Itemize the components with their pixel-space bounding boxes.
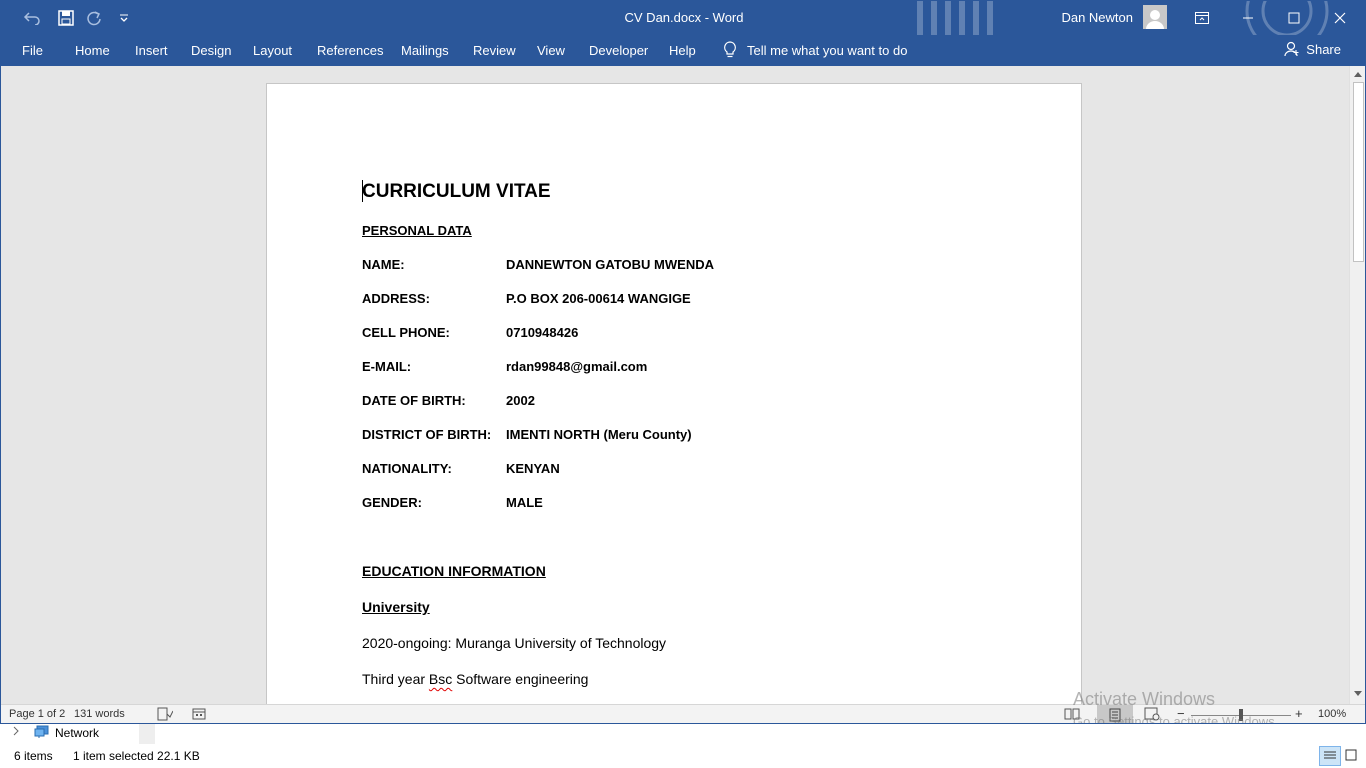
details-view-icon bbox=[1324, 751, 1336, 759]
selection-info: 1 item selected 22.1 KB bbox=[73, 749, 200, 763]
field-label-gender: GENDER: bbox=[362, 495, 422, 510]
tab-file[interactable]: File bbox=[22, 43, 43, 58]
education-line-2-prefix: Third year bbox=[362, 671, 429, 687]
undo-button[interactable] bbox=[19, 7, 45, 29]
details-view-button[interactable] bbox=[1319, 746, 1341, 766]
cv-title: CURRICULUM VITAE bbox=[362, 181, 551, 202]
field-label-nationality: NATIONALITY: bbox=[362, 461, 452, 476]
field-label-cell-phone: CELL PHONE: bbox=[362, 325, 450, 340]
save-button[interactable] bbox=[53, 7, 79, 29]
close-icon bbox=[1334, 12, 1346, 24]
field-value-date-of-birth: 2002 bbox=[506, 393, 535, 408]
tell-me-label: Tell me what you want to do bbox=[747, 42, 908, 58]
ribbon-display-icon bbox=[1195, 12, 1209, 24]
tab-view[interactable]: View bbox=[537, 43, 565, 58]
scroll-thumb[interactable] bbox=[1353, 82, 1364, 262]
network-icon bbox=[34, 725, 50, 742]
education-line-2: Third year Bsc Software engineering bbox=[362, 671, 588, 687]
tab-layout[interactable]: Layout bbox=[253, 43, 292, 58]
scroll-down-arrow[interactable] bbox=[1350, 686, 1365, 702]
large-icons-view-button[interactable] bbox=[1345, 749, 1357, 764]
tab-review[interactable]: Review bbox=[473, 43, 516, 58]
lightbulb-icon bbox=[724, 41, 736, 58]
tab-mailings[interactable]: Mailings bbox=[401, 43, 449, 58]
items-count: 6 items bbox=[14, 749, 53, 763]
redo-button[interactable] bbox=[81, 7, 107, 29]
scroll-up-arrow[interactable] bbox=[1350, 66, 1365, 82]
user-name[interactable]: Dan Newton bbox=[1061, 10, 1133, 25]
tab-references[interactable]: References bbox=[317, 43, 383, 58]
field-value-name: DANNEWTON GATOBU MWENDA bbox=[506, 257, 714, 272]
university-heading: University bbox=[362, 599, 430, 615]
zoom-level[interactable]: 100% bbox=[1318, 708, 1346, 720]
field-value-gender: MALE bbox=[506, 495, 543, 510]
ribbon-tabs: File Home Insert Design Layout Reference… bbox=[1, 35, 1365, 66]
document-page[interactable]: CURRICULUM VITAE PERSONAL DATA NAME: DAN… bbox=[266, 83, 1082, 704]
tab-insert[interactable]: Insert bbox=[135, 43, 168, 58]
tab-home[interactable]: Home bbox=[75, 43, 110, 58]
field-value-district-of-birth: IMENTI NORTH (Meru County) bbox=[506, 427, 692, 442]
share-label: Share bbox=[1306, 41, 1341, 57]
arrow-up-icon bbox=[1354, 72, 1362, 77]
expand-chevron-icon[interactable] bbox=[12, 726, 20, 739]
close-button[interactable] bbox=[1317, 1, 1363, 35]
field-label-email: E-MAIL: bbox=[362, 359, 412, 374]
macro-record-button[interactable] bbox=[192, 707, 206, 723]
activate-windows-title: Activate Windows bbox=[1073, 689, 1216, 709]
person-icon bbox=[1146, 10, 1164, 29]
word-count[interactable]: 131 words bbox=[74, 708, 125, 720]
tab-design[interactable]: Design bbox=[191, 43, 231, 58]
redo-icon bbox=[87, 11, 101, 26]
vertical-scrollbar[interactable] bbox=[1349, 66, 1365, 704]
proofing-book-icon bbox=[157, 707, 174, 721]
arrow-down-icon bbox=[1354, 691, 1362, 696]
field-label-address: ADDRESS: bbox=[362, 291, 430, 306]
spelling-error-word[interactable]: Bsc bbox=[429, 671, 452, 687]
maximize-icon bbox=[1288, 12, 1300, 24]
undo-icon bbox=[23, 12, 40, 25]
proofing-button[interactable] bbox=[157, 707, 174, 723]
education-line-2-suffix: Software engineering bbox=[452, 671, 589, 687]
field-value-nationality: KENYAN bbox=[506, 461, 560, 476]
nav-item-network[interactable]: Network bbox=[55, 726, 99, 740]
share-button[interactable]: Share bbox=[1284, 41, 1341, 57]
title-bar: CV Dan.docx - Word Dan Newton bbox=[1, 1, 1365, 35]
minimize-button[interactable] bbox=[1225, 1, 1271, 35]
tab-help[interactable]: Help bbox=[669, 43, 696, 58]
chevron-down-icon bbox=[120, 14, 128, 22]
field-label-name: NAME: bbox=[362, 257, 405, 272]
field-value-cell-phone: 0710948426 bbox=[506, 325, 579, 340]
field-value-address: P.O BOX 206-00614 WANGIGE bbox=[506, 291, 691, 306]
activate-windows-subtitle: Go to Settings to activate Windows. bbox=[1073, 714, 1279, 724]
customize-qat-button[interactable] bbox=[111, 7, 137, 29]
field-label-date-of-birth: DATE OF BIRTH: bbox=[362, 393, 466, 408]
zoom-in-button[interactable]: + bbox=[1295, 706, 1303, 721]
save-icon bbox=[58, 10, 74, 26]
field-value-email: rdan99848@gmail.com bbox=[506, 359, 648, 374]
file-explorer-window: Network 6 items 1 item selected 22.1 KB bbox=[0, 724, 1366, 768]
personal-data-heading: PERSONAL DATA bbox=[362, 223, 472, 238]
education-heading: EDUCATION INFORMATION bbox=[362, 563, 546, 579]
minimize-icon bbox=[1243, 17, 1253, 19]
page-count[interactable]: Page 1 of 2 bbox=[9, 708, 65, 720]
education-line-1: 2020-ongoing: Muranga University of Tech… bbox=[362, 635, 667, 651]
ribbon-display-options-button[interactable] bbox=[1179, 1, 1225, 35]
tell-me-search[interactable]: Tell me what you want to do bbox=[723, 41, 907, 59]
macro-icon bbox=[192, 708, 206, 720]
tab-developer[interactable]: Developer bbox=[589, 43, 648, 58]
explorer-scrollbar[interactable] bbox=[139, 724, 155, 744]
share-person-icon bbox=[1284, 41, 1299, 57]
large-icons-view-icon bbox=[1345, 749, 1357, 761]
document-canvas[interactable]: CURRICULUM VITAE PERSONAL DATA NAME: DAN… bbox=[1, 66, 1349, 704]
avatar[interactable] bbox=[1143, 5, 1167, 29]
word-window: CV Dan.docx - Word Dan Newton File Home … bbox=[0, 0, 1366, 724]
maximize-button[interactable] bbox=[1271, 1, 1317, 35]
field-label-district-of-birth: DISTRICT OF BIRTH: bbox=[362, 427, 492, 442]
